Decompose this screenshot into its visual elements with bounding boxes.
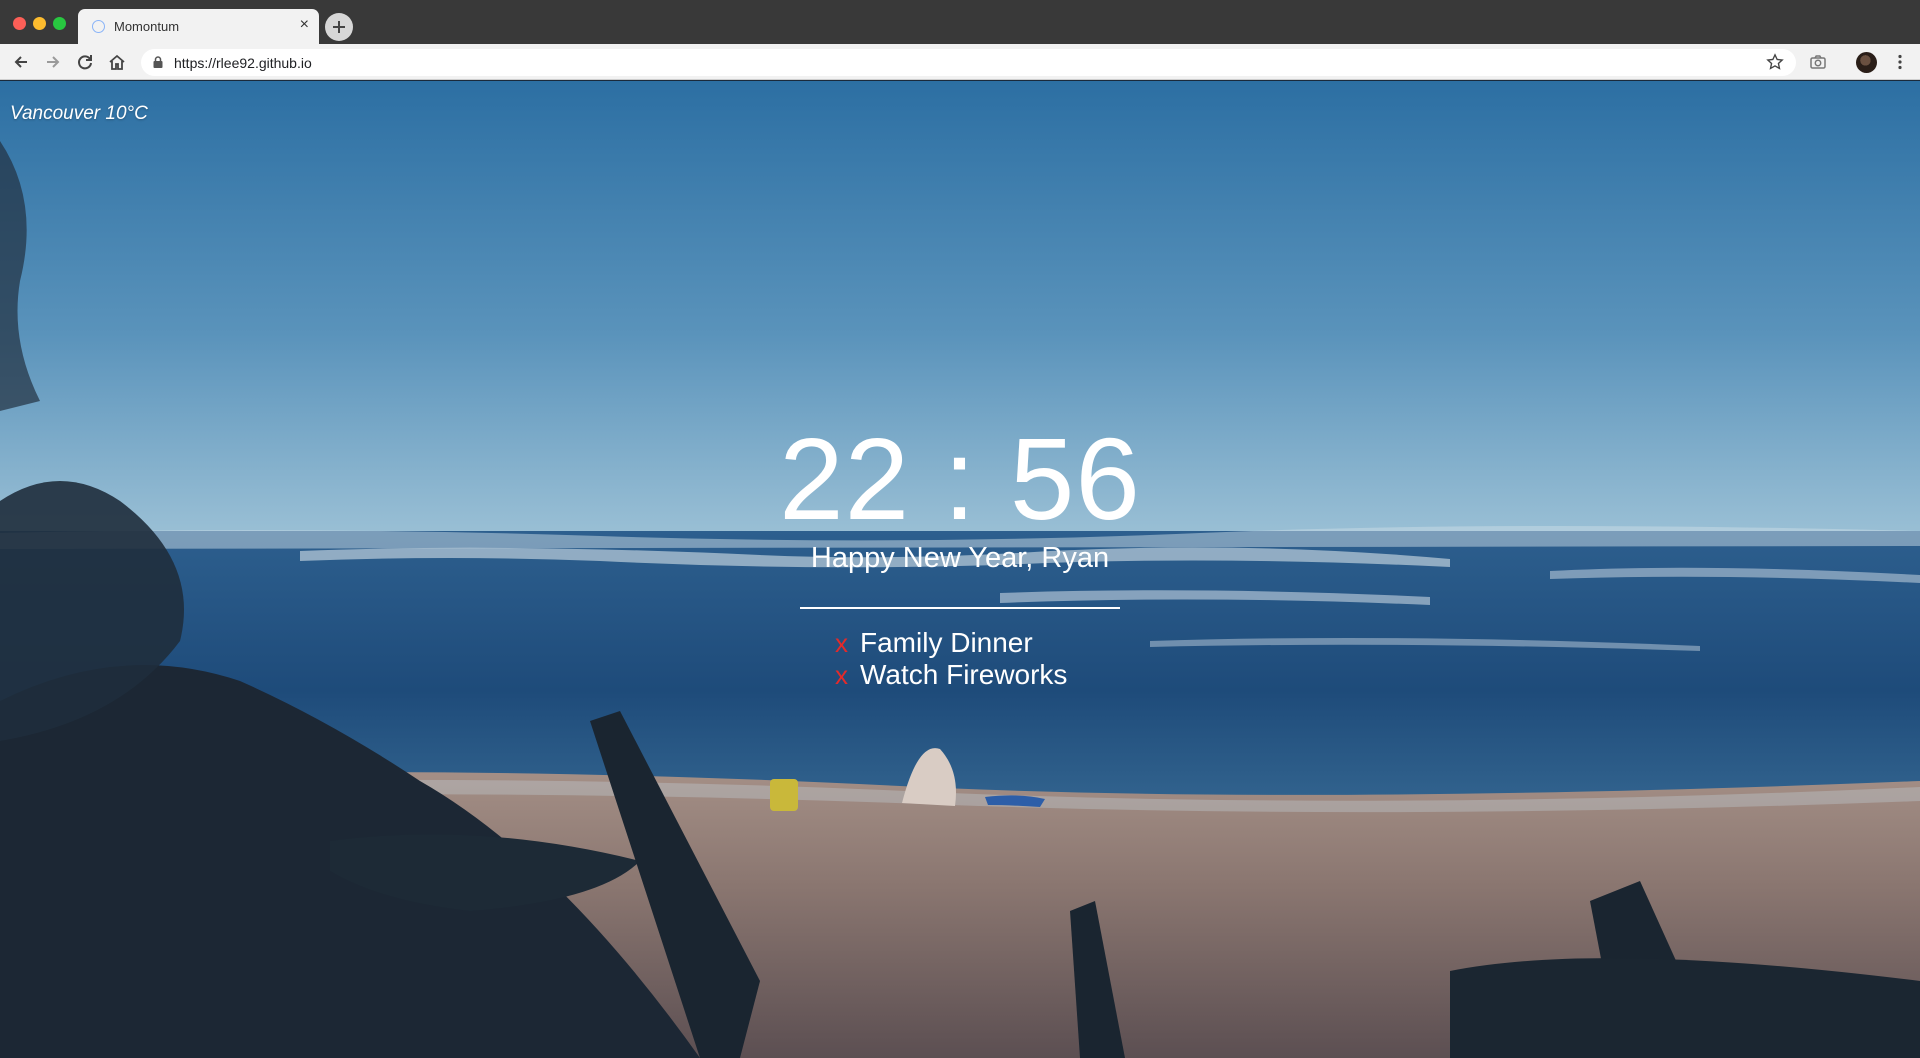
close-tab-icon[interactable]: × <box>300 16 309 34</box>
greeting: Happy New Year, Ryan <box>810 542 1110 574</box>
lock-icon[interactable] <box>151 55 165 69</box>
clock: 22 : 56 <box>779 414 1141 544</box>
weather-readout: Vancouver 10°C <box>10 103 148 124</box>
new-tab-button[interactable] <box>325 13 353 41</box>
browser-toolbar: https://rlee92.github.io <box>0 44 1920 80</box>
remove-todo-button[interactable]: x <box>835 660 848 690</box>
page-viewport: Vancouver 10°C 22 : 56 Happy New Year, R… <box>0 81 1920 1058</box>
browser-titlebar: Momontum × <box>0 0 1920 44</box>
info-icon <box>92 20 105 33</box>
menu-icon[interactable] <box>1890 52 1910 72</box>
zoom-window-button[interactable] <box>53 17 66 30</box>
remove-todo-button[interactable]: x <box>835 628 848 658</box>
close-window-button[interactable] <box>13 17 26 30</box>
todo-item: x Family Dinner <box>835 627 1067 659</box>
camera-icon[interactable] <box>1808 52 1828 72</box>
back-icon[interactable] <box>11 52 31 72</box>
address-bar[interactable]: https://rlee92.github.io <box>141 49 1796 76</box>
tab-title: Momontum <box>114 19 180 34</box>
home-icon[interactable] <box>107 52 127 72</box>
divider <box>800 607 1120 609</box>
todo-label: Family Dinner <box>860 627 1033 658</box>
star-icon[interactable] <box>1766 53 1784 71</box>
avatar[interactable] <box>1856 52 1877 73</box>
reload-icon[interactable] <box>75 52 95 72</box>
forward-icon[interactable] <box>43 52 63 72</box>
url-text[interactable]: https://rlee92.github.io <box>174 55 312 71</box>
todo-list: x Family Dinner x Watch Fireworks <box>835 627 1067 691</box>
minimize-window-button[interactable] <box>33 17 46 30</box>
todo-item: x Watch Fireworks <box>835 659 1067 691</box>
todo-label: Watch Fireworks <box>860 659 1068 690</box>
browser-tab[interactable]: Momontum × <box>78 9 319 44</box>
